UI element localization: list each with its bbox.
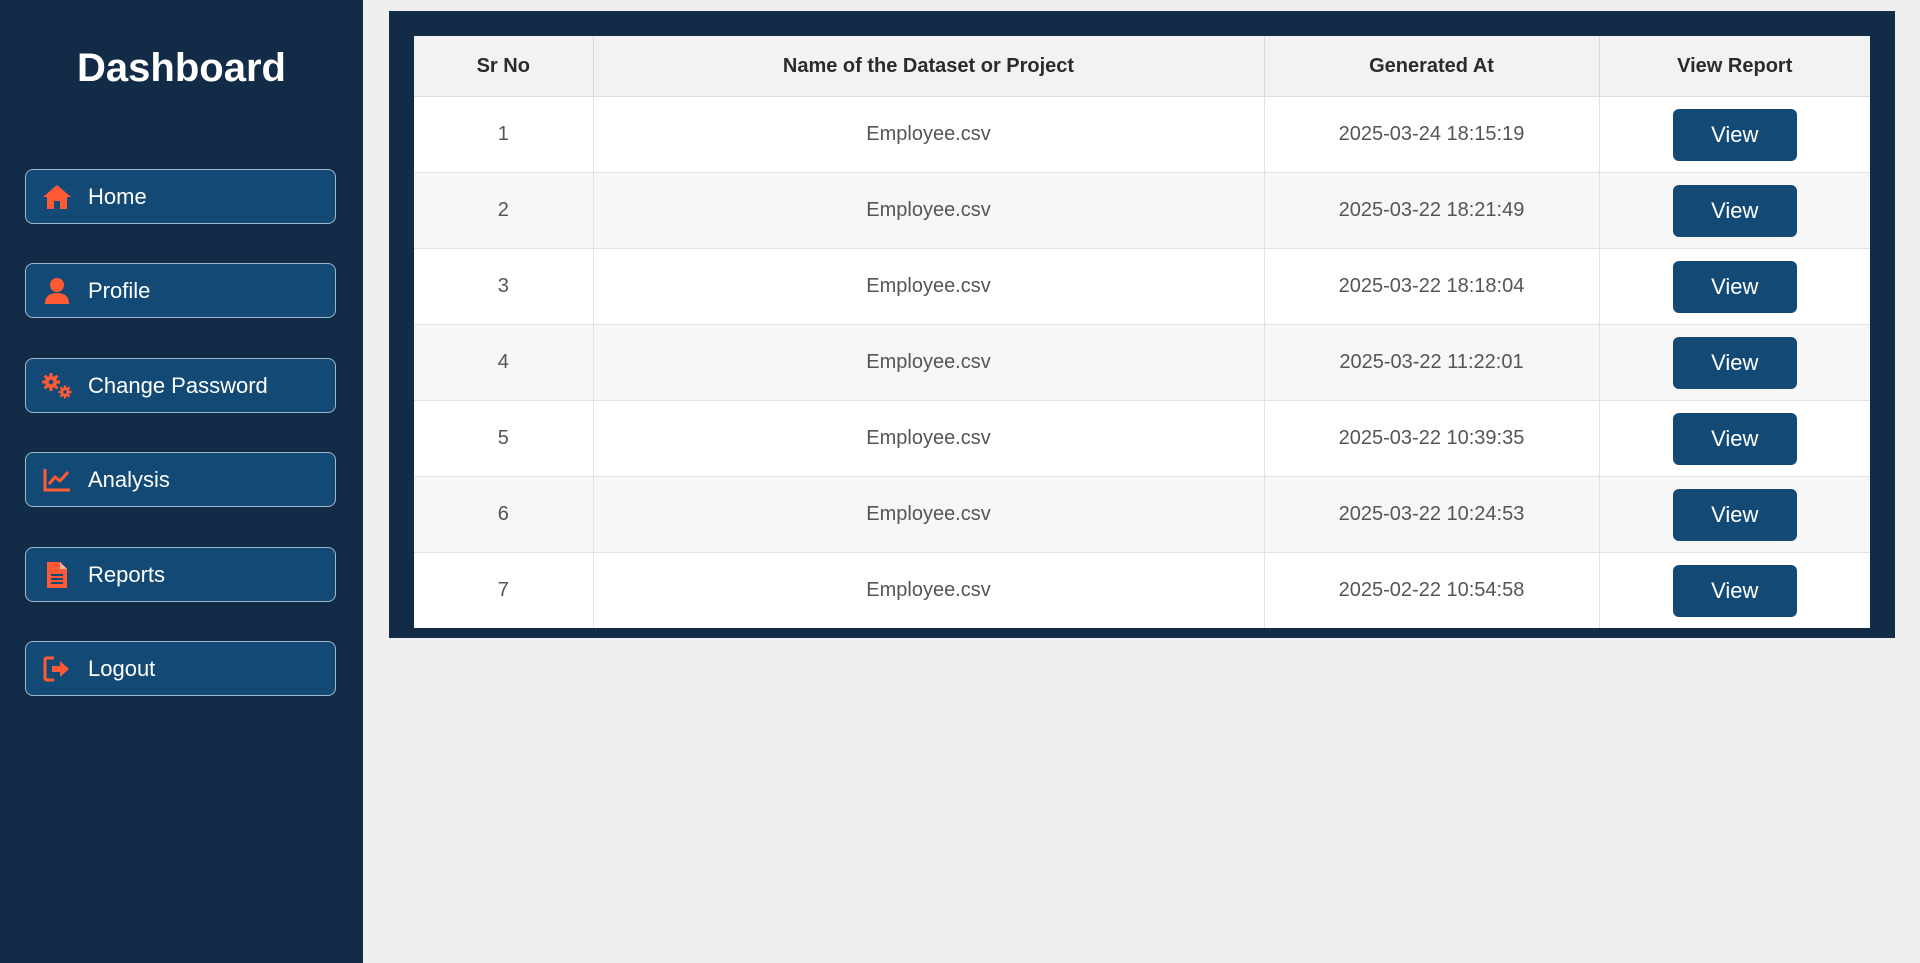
- cell-sr-no: 1: [414, 96, 594, 173]
- cell-sr-no: 5: [414, 400, 594, 477]
- cell-generated-at: 2025-03-22 11:22:01: [1264, 324, 1600, 401]
- sidebar-item-label: Profile: [88, 277, 151, 303]
- sidebar-title: Dashboard: [77, 46, 286, 90]
- cell-generated-at: 2025-03-22 18:18:04: [1264, 248, 1600, 325]
- cell-sr-no: 6: [414, 476, 594, 553]
- view-report-button[interactable]: View: [1672, 488, 1797, 541]
- reports-table: Sr No Name of the Dataset or Project Gen…: [414, 36, 1870, 628]
- table-row: 6 Employee.csv 2025-03-22 10:24:53 View: [414, 476, 1870, 553]
- sidebar-item-label: Reports: [88, 561, 166, 587]
- sidebar-item-analysis[interactable]: Analysis: [25, 452, 336, 507]
- cell-generated-at: 2025-02-22 10:54:58: [1264, 552, 1600, 628]
- sidebar-item-label: Logout: [88, 655, 156, 681]
- cell-dataset-name: Employee.csv: [593, 476, 1265, 553]
- cell-action: View: [1599, 553, 1870, 629]
- table-row: 3 Employee.csv 2025-03-22 18:18:04 View: [414, 248, 1870, 325]
- view-report-button[interactable]: View: [1672, 260, 1797, 313]
- cell-generated-at: 2025-03-22 18:21:49: [1264, 172, 1600, 249]
- sidebar-item-change-password[interactable]: Change Password: [25, 358, 336, 413]
- table-row: 5 Employee.csv 2025-03-22 10:39:35 View: [414, 400, 1870, 477]
- cell-generated-at: 2025-03-22 10:39:35: [1264, 400, 1600, 477]
- header-dataset-name: Name of the Dataset or Project: [593, 36, 1265, 97]
- line-chart-icon: [26, 452, 88, 507]
- cell-action: View: [1599, 248, 1870, 325]
- header-view-report: View Report: [1599, 36, 1870, 97]
- cell-dataset-name: Employee.csv: [593, 172, 1265, 249]
- cell-sr-no: 3: [414, 248, 594, 325]
- sidebar-item-label: Change Password: [88, 372, 268, 398]
- table-row: 2 Employee.csv 2025-03-22 18:21:49 View: [414, 172, 1870, 249]
- header-sr-no: Sr No: [414, 36, 594, 97]
- cell-dataset-name: Employee.csv: [593, 552, 1265, 628]
- cell-dataset-name: Employee.csv: [593, 248, 1265, 325]
- cell-dataset-name: Employee.csv: [593, 96, 1265, 173]
- view-report-button[interactable]: View: [1672, 412, 1797, 465]
- cell-sr-no: 4: [414, 324, 594, 401]
- sidebar-item-home[interactable]: Home: [25, 169, 336, 224]
- cell-dataset-name: Employee.csv: [593, 400, 1265, 477]
- sidebar: Dashboard Home Profile Change Password A…: [0, 0, 363, 963]
- table-row: 7 Employee.csv 2025-02-22 10:54:58 View: [414, 552, 1870, 629]
- reports-panel: Sr No Name of the Dataset or Project Gen…: [389, 11, 1895, 638]
- table-header-row: Sr No Name of the Dataset or Project Gen…: [414, 36, 1870, 97]
- cell-generated-at: 2025-03-22 10:24:53: [1264, 476, 1600, 553]
- cell-sr-no: 2: [414, 172, 594, 249]
- sidebar-item-label: Home: [88, 183, 147, 209]
- sidebar-item-label: Analysis: [88, 466, 170, 492]
- gears-icon: [26, 358, 88, 413]
- user-icon: [26, 263, 88, 318]
- file-icon: [26, 547, 88, 602]
- cell-action: View: [1599, 96, 1870, 173]
- table-row: 4 Employee.csv 2025-03-22 11:22:01 View: [414, 324, 1870, 401]
- cell-generated-at: 2025-03-24 18:15:19: [1264, 96, 1600, 173]
- cell-action: View: [1599, 476, 1870, 553]
- view-report-button[interactable]: View: [1672, 108, 1797, 161]
- cell-action: View: [1599, 172, 1870, 249]
- cell-dataset-name: Employee.csv: [593, 324, 1265, 401]
- view-report-button[interactable]: View: [1672, 336, 1797, 389]
- sidebar-item-logout[interactable]: Logout: [25, 641, 336, 696]
- sign-out-icon: [26, 641, 88, 696]
- home-icon: [26, 169, 88, 224]
- cell-action: View: [1599, 400, 1870, 477]
- view-report-button[interactable]: View: [1672, 184, 1797, 237]
- header-generated-at: Generated At: [1264, 36, 1600, 97]
- cell-action: View: [1599, 324, 1870, 401]
- table-row: 1 Employee.csv 2025-03-24 18:15:19 View: [414, 96, 1870, 173]
- sidebar-item-reports[interactable]: Reports: [25, 547, 336, 602]
- cell-sr-no: 7: [414, 552, 594, 628]
- view-report-button[interactable]: View: [1672, 564, 1797, 617]
- sidebar-item-profile[interactable]: Profile: [25, 263, 336, 318]
